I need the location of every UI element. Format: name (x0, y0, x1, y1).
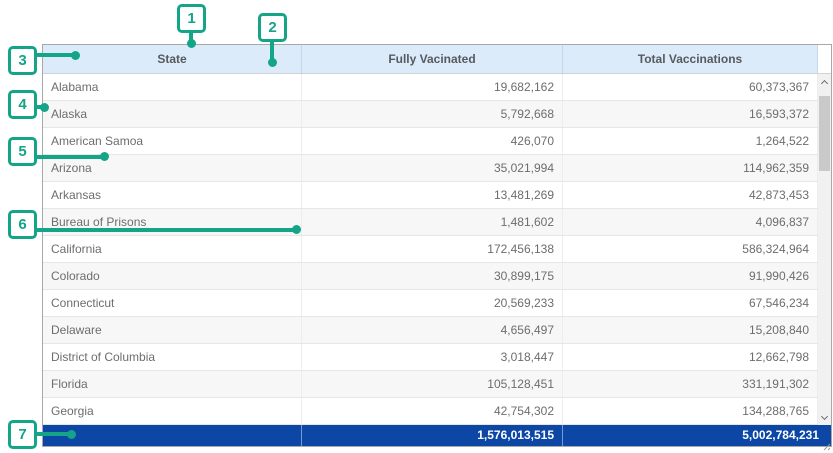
state-cell: Delaware (43, 317, 302, 343)
state-cell: Alabama (43, 74, 302, 100)
state-cell: Florida (43, 371, 302, 397)
table-row[interactable]: Arkansas13,481,26942,873,453 (43, 182, 818, 209)
table-header-row: State Fully Vacinated Total Vaccinations (43, 45, 831, 74)
scroll-down-button[interactable] (818, 410, 831, 425)
fully-vaccinated-cell: 4,656,497 (302, 317, 563, 343)
callout-1-label: 1 (187, 10, 195, 27)
total-total-vaccinations: 5,002,784,231 (563, 425, 831, 446)
total-vaccinations-cell: 114,962,359 (563, 155, 818, 181)
state-cell: Connecticut (43, 290, 302, 316)
total-vaccinations-cell: 42,873,453 (563, 182, 818, 208)
fully-vaccinated-cell: 20,569,233 (302, 290, 563, 316)
column-header-fully-vaccinated[interactable]: Fully Vacinated (302, 45, 563, 73)
fully-vaccinated-cell: 13,481,269 (302, 182, 563, 208)
callout-6-stem (35, 228, 297, 232)
fully-vaccinated-cell: 19,682,162 (302, 74, 563, 100)
callout-4-label: 4 (18, 96, 26, 113)
callout-2-box: 2 (258, 13, 287, 42)
fully-vaccinated-cell: 42,754,302 (302, 398, 563, 424)
annotated-table-screenshot: State Fully Vacinated Total Vaccinations… (0, 0, 833, 453)
callout-4-dot (40, 103, 49, 112)
callout-5-stem (35, 155, 105, 159)
state-cell: California (43, 236, 302, 262)
callout-7-box: 7 (8, 420, 37, 449)
fully-vaccinated-cell: 105,128,451 (302, 371, 563, 397)
table-row[interactable]: Alabama19,682,16260,373,367 (43, 74, 818, 101)
table-row[interactable]: Connecticut20,569,23367,546,234 (43, 290, 818, 317)
total-vaccinations-cell: 134,288,765 (563, 398, 818, 424)
state-cell: Alaska (43, 101, 302, 127)
table-row[interactable]: Delaware4,656,49715,208,840 (43, 317, 818, 344)
state-vaccinations-table: State Fully Vacinated Total Vaccinations… (42, 44, 832, 447)
callout-3-box: 3 (8, 46, 37, 75)
total-row: 1,576,013,515 5,002,784,231 (43, 425, 831, 446)
column-header-total-vaccinations[interactable]: Total Vaccinations (563, 45, 818, 73)
table-row[interactable]: American Samoa426,0701,264,522 (43, 128, 818, 155)
callout-3-dot (71, 51, 80, 60)
total-vaccinations-cell: 15,208,840 (563, 317, 818, 343)
state-cell: Georgia (43, 398, 302, 424)
table-row[interactable]: Georgia42,754,302134,288,765 (43, 398, 818, 425)
state-cell: Arkansas (43, 182, 302, 208)
callout-6-box: 6 (8, 210, 37, 239)
callout-5-dot (100, 152, 109, 161)
total-vaccinations-cell: 60,373,367 (563, 74, 818, 100)
fully-vaccinated-cell: 172,456,138 (302, 236, 563, 262)
column-header-state[interactable]: State (43, 45, 302, 73)
resize-grip-icon[interactable] (822, 442, 831, 451)
callout-6-label: 6 (18, 216, 26, 233)
total-vaccinations-cell: 331,191,302 (563, 371, 818, 397)
callout-2-dot (268, 58, 277, 67)
table-row[interactable]: Arizona35,021,994114,962,359 (43, 155, 818, 182)
table-row[interactable]: District of Columbia3,018,44712,662,798 (43, 344, 818, 371)
callout-1-dot (187, 39, 196, 48)
total-state-cell (43, 425, 302, 446)
fully-vaccinated-cell: 3,018,447 (302, 344, 563, 370)
total-vaccinations-cell: 1,264,522 (563, 128, 818, 154)
total-vaccinations-cell: 91,990,426 (563, 263, 818, 289)
table-row[interactable]: Alaska5,792,66816,593,372 (43, 101, 818, 128)
callout-3-stem (35, 53, 75, 57)
fully-vaccinated-cell: 426,070 (302, 128, 563, 154)
fully-vaccinated-cell: 5,792,668 (302, 101, 563, 127)
callout-7-dot (67, 430, 76, 439)
callout-3-label: 3 (18, 52, 26, 69)
state-cell: Colorado (43, 263, 302, 289)
total-fully-vaccinated: 1,576,013,515 (302, 425, 563, 446)
table-row[interactable]: Colorado30,899,17591,990,426 (43, 263, 818, 290)
table-body: Alabama19,682,16260,373,367Alaska5,792,6… (43, 74, 818, 425)
callout-7-label: 7 (18, 426, 26, 443)
fully-vaccinated-cell: 30,899,175 (302, 263, 563, 289)
callout-1-box: 1 (177, 4, 206, 33)
total-vaccinations-cell: 16,593,372 (563, 101, 818, 127)
header-filler (818, 45, 830, 73)
callout-5-label: 5 (18, 143, 26, 160)
scroll-down-icon (821, 412, 828, 419)
fully-vaccinated-cell: 1,481,602 (302, 209, 563, 235)
vertical-scrollbar[interactable] (818, 74, 831, 425)
fully-vaccinated-cell: 35,021,994 (302, 155, 563, 181)
total-vaccinations-cell: 67,546,234 (563, 290, 818, 316)
callout-2-label: 2 (268, 19, 276, 36)
state-cell: American Samoa (43, 128, 302, 154)
total-vaccinations-cell: 4,096,837 (563, 209, 818, 235)
callout-4-box: 4 (8, 90, 37, 119)
total-vaccinations-cell: 12,662,798 (563, 344, 818, 370)
callout-6-dot (292, 225, 301, 234)
table-row[interactable]: Florida105,128,451331,191,302 (43, 371, 818, 398)
callout-5-box: 5 (8, 137, 37, 166)
state-cell: District of Columbia (43, 344, 302, 370)
scroll-thumb[interactable] (819, 96, 830, 171)
scroll-up-icon (821, 79, 828, 86)
table-row[interactable]: California172,456,138586,324,964 (43, 236, 818, 263)
scroll-up-button[interactable] (818, 74, 831, 89)
total-vaccinations-cell: 586,324,964 (563, 236, 818, 262)
